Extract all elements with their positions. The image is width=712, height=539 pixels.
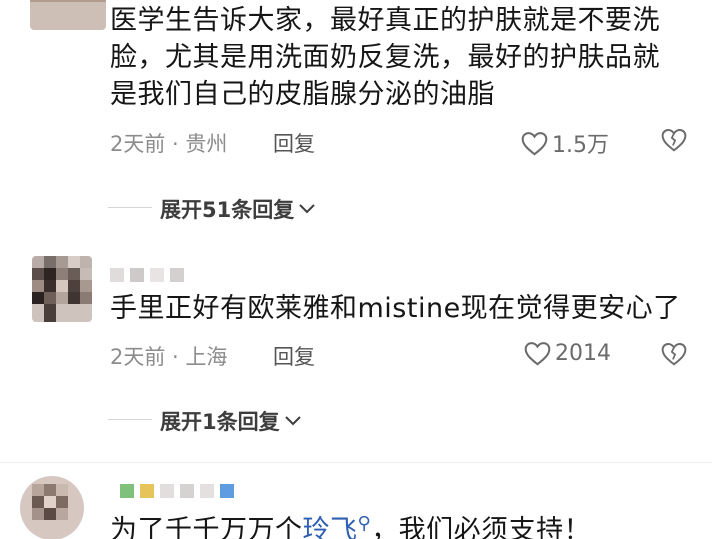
comment-text: 医学生告诉大家，最好真正的护肤就是不要洗 脸，尤其是用洗面奶反复洗，最好的护肤品…	[110, 2, 660, 113]
username-redacted[interactable]	[110, 264, 190, 282]
expand-replies-label: 展开51条回复	[160, 198, 295, 222]
heart-outline-icon	[524, 341, 551, 366]
like-count: 2014	[555, 341, 611, 366]
comment-text-before: 为了千千万万个	[110, 515, 303, 539]
chevron-down-icon	[284, 415, 302, 427]
like-count: 1.5万	[552, 133, 609, 158]
avatar[interactable]	[32, 256, 92, 322]
comment-line: 脸，尤其是用洗面奶反复洗，最好的护肤品就	[110, 42, 660, 73]
search-icon[interactable]: ⚲	[358, 513, 372, 534]
reply-thread-line	[108, 207, 152, 208]
like-button[interactable]: 2014	[524, 341, 611, 366]
comment-line: 是我们自己的皮脂腺分泌的油脂	[110, 79, 495, 110]
expand-replies-label: 展开1条回复	[160, 410, 280, 434]
heart-outline-icon	[521, 131, 548, 156]
expand-replies-button[interactable]: 展开51条回复	[160, 194, 316, 224]
dislike-button[interactable]	[661, 342, 687, 366]
comment-divider	[0, 462, 712, 463]
comment-meta: 2天前 · 贵州	[110, 132, 228, 156]
comment-text: 为了千千万万个玲飞⚲，我们必须支持！	[110, 505, 591, 539]
search-link[interactable]: 玲飞	[303, 515, 358, 539]
reply-thread-line	[108, 419, 152, 420]
comment-meta: 2天前 · 上海	[110, 345, 228, 369]
avatar[interactable]	[30, 0, 106, 30]
comment-text-after: ，我们必须支持！	[371, 515, 592, 539]
comment-text: 手里正好有欧莱雅和mistine现在觉得更安心了	[110, 293, 681, 324]
username-redacted[interactable]	[120, 480, 240, 498]
broken-heart-icon	[661, 342, 687, 366]
expand-replies-button[interactable]: 展开1条回复	[160, 406, 302, 436]
comment-line: 医学生告诉大家，最好真正的护肤就是不要洗	[110, 5, 660, 36]
reply-button[interactable]: 回复	[273, 128, 315, 158]
chevron-down-icon	[298, 203, 316, 215]
like-button[interactable]: 1.5万	[521, 127, 609, 159]
dislike-button[interactable]	[661, 128, 687, 152]
avatar[interactable]	[20, 476, 84, 539]
reply-button[interactable]: 回复	[273, 341, 315, 371]
broken-heart-icon	[661, 128, 687, 152]
